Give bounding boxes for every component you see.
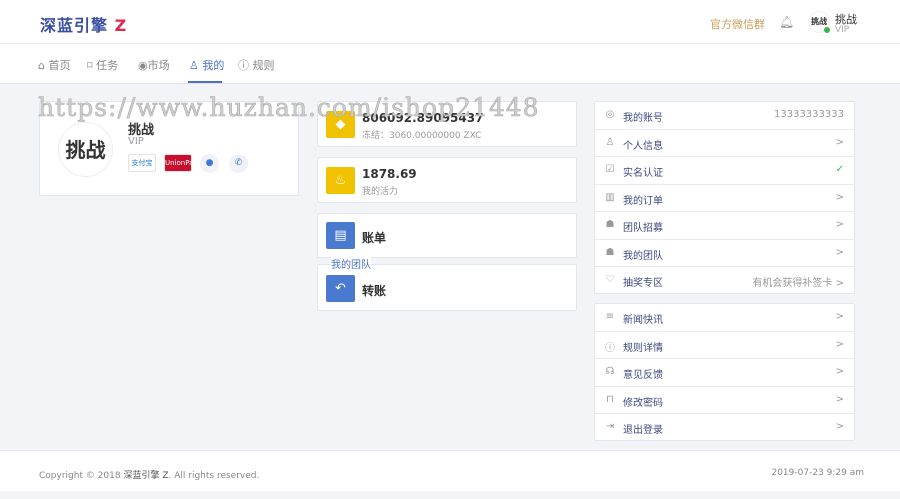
lock-icon: ⊓ — [606, 393, 614, 405]
menu-item-verification[interactable]: ☑ 实名认证 ✓ — [595, 157, 854, 185]
bill-label: 账单 — [362, 231, 387, 245]
header-user-level: VIP — [835, 25, 850, 35]
transfer-label: 转账 — [362, 284, 387, 298]
nav-market[interactable]: ◉市场 — [138, 57, 170, 73]
logo[interactable]: 深蓝引擎 Z — [40, 12, 127, 36]
menu-item-account[interactable]: ◎ 我的账号 13333333333 — [595, 102, 854, 130]
active-tab-underline — [188, 81, 222, 83]
chevron-right-icon: > — [835, 219, 844, 230]
list-icon: ≡ — [605, 311, 615, 322]
user-icon: ♙ — [189, 59, 199, 72]
main-nav: ⌂ 首页 ⌑ 任务 ◉市场 ♙ 我的 ⓘ 规则 — [0, 44, 900, 84]
footer: Copyright © 2018 深蓝引擎 Z. All rights rese… — [0, 450, 900, 491]
overlay-fragment: 我的团队 — [331, 256, 371, 271]
balance-value: 806092.89095437 — [362, 111, 484, 125]
vitality-card[interactable]: ♨ 1878.69 我的活力 — [317, 157, 577, 203]
bar-chart-icon: ▥ — [605, 191, 615, 203]
vitality-label: 我的活力 — [362, 187, 399, 197]
diamond-icon: ◆ — [326, 111, 355, 138]
check-icon: ✓ — [835, 164, 844, 175]
vitality-value: 1878.69 — [362, 167, 417, 181]
chevron-right-icon: > — [835, 366, 844, 377]
menu-item-lottery[interactable]: ♡ 抽奖专区 有机会获得补签卡 > — [595, 267, 854, 295]
unionpay-button[interactable]: UnionPay — [164, 154, 198, 172]
nav-tasks[interactable]: ⌑ 任务 — [87, 57, 118, 73]
bookmark-icon: ⌑ — [87, 59, 93, 72]
logo-mark: Z — [114, 16, 128, 35]
chevron-right-icon: > — [835, 136, 844, 148]
frozen-amount: 冻结：3060.00000000 ZXC — [362, 131, 482, 141]
check-square-icon: ☑ — [605, 164, 615, 175]
profile-level: VIP — [128, 136, 144, 147]
menu-item-feedback[interactable]: ☊ 意见反馈 > — [595, 359, 854, 387]
bell-icon[interactable]: 🔔︎ — [779, 15, 794, 29]
bill-icon: ▤ — [326, 222, 355, 249]
misc-menu: ≡ 新闻快讯 > ⓘ 规则详情 > ☊ 意见反馈 > ⊓ 修改密码 > ⇥ 退出登录 > — [594, 303, 855, 441]
alipay-button[interactable]: 支付宝 — [128, 154, 156, 172]
chevron-right-icon: > — [835, 338, 844, 350]
footer-datetime: 2019-07-23 9:29 am — [771, 468, 864, 478]
top-header: 深蓝引擎 Z 官方微信群 🔔︎ 挑战 挑战 VIP — [0, 0, 900, 44]
nav-home[interactable]: ⌂ 首页 — [38, 57, 70, 73]
menu-item-orders[interactable]: ▥ 我的订单 > — [595, 185, 854, 212]
transfer-card[interactable]: ↶ 转账 — [317, 264, 577, 311]
nav-mine[interactable]: ♙ 我的 — [189, 57, 224, 73]
menu-item-news[interactable]: ≡ 新闻快讯 > — [595, 304, 854, 332]
nav-rules[interactable]: ⓘ 规则 — [238, 57, 275, 73]
account-icon: ◎ — [605, 109, 615, 120]
balance-card[interactable]: ◆ 806092.89095437 冻结：3060.00000000 ZXC — [317, 101, 577, 147]
flame-icon: ♨ — [326, 167, 355, 194]
phone-icon[interactable]: ✆ — [229, 154, 248, 173]
chevron-right-icon: > — [835, 191, 844, 203]
help-icon: ⓘ — [605, 342, 615, 354]
home-icon: ⌂ — [38, 59, 45, 72]
transfer-icon: ↶ — [326, 275, 355, 302]
user-icon: ♙ — [605, 136, 615, 148]
menu-item-profile[interactable]: ♙ 个人信息 > — [595, 130, 854, 157]
menu-item-password[interactable]: ⊓ 修改密码 > — [595, 387, 854, 414]
bill-card[interactable]: ▤ 账单 — [317, 213, 577, 258]
help-icon: ⓘ — [238, 59, 249, 72]
user-plus-icon: ☗ — [605, 219, 615, 230]
eye-icon: ◉ — [138, 59, 148, 72]
chevron-right-icon: > — [835, 421, 844, 432]
profile-card: 挑战 挑战 VIP 支付宝 UnionPay ● ✆ — [39, 101, 299, 196]
headphones-icon: ☊ — [605, 366, 615, 377]
menu-item-logout[interactable]: ⇥ 退出登录 > — [595, 414, 854, 442]
menu-item-rules[interactable]: ⓘ 规则详情 > — [595, 332, 854, 359]
account-menu: ◎ 我的账号 13333333333 ♙ 个人信息 > ☑ 实名认证 ✓ ▥ 我的订单 > ☗ 团… — [594, 101, 855, 294]
menu-item-recruit[interactable]: ☗ 团队招募 > — [595, 212, 854, 240]
heart-icon: ♡ — [605, 274, 615, 285]
profile-avatar: 挑战 — [58, 122, 113, 177]
chevron-right-icon: > — [835, 246, 844, 258]
menu-item-team[interactable]: ☗ 我的团队 > — [595, 240, 854, 267]
online-status-dot — [824, 27, 830, 33]
logout-icon: ⇥ — [605, 421, 615, 432]
wechat-icon[interactable]: ● — [200, 154, 219, 173]
chevron-right-icon: > — [835, 311, 844, 322]
wechat-group-link[interactable]: 官方微信群 — [710, 16, 765, 32]
copyright: Copyright © 2018 深蓝引擎 Z. All rights rese… — [39, 471, 260, 481]
users-icon: ☗ — [605, 246, 615, 258]
chevron-right-icon: > — [835, 393, 844, 405]
